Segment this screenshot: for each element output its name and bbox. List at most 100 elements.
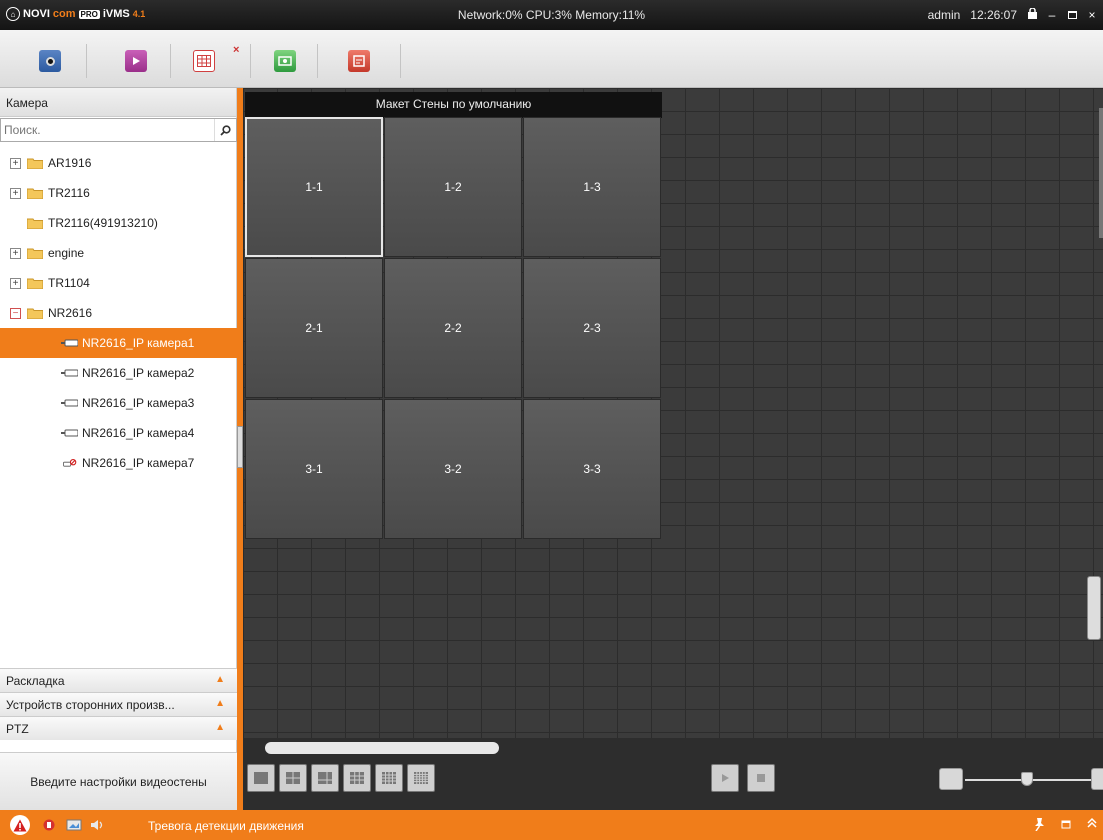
tree-item-camera2[interactable]: NR2616_IP камера2 (0, 358, 237, 388)
camera-icon (61, 339, 78, 347)
expand-icon[interactable]: + (10, 277, 21, 289)
maximize-icon[interactable] (1067, 8, 1077, 22)
alarm-warning-icon[interactable] (10, 815, 30, 835)
collapse-panel-icon[interactable] (1087, 817, 1097, 834)
lock-icon[interactable] (1027, 7, 1037, 22)
layout-9-icon (350, 772, 364, 784)
folder-icon (27, 248, 43, 259)
wall-cell[interactable]: 2-2 (384, 258, 522, 398)
minimize-icon[interactable]: – (1047, 8, 1057, 22)
wall-cell[interactable]: 2-3 (523, 258, 661, 398)
chevron-up-icon: ▲ (215, 722, 225, 733)
wall-grid: 1-1 1-2 1-3 2-1 2-2 2-3 3-1 3-2 3-3 (245, 117, 662, 541)
search-input[interactable] (1, 119, 214, 141)
wall-cell[interactable]: 2-1 (245, 258, 383, 398)
camera-icon (61, 429, 78, 437)
wall-cell[interactable]: 3-2 (384, 399, 522, 539)
layout-2x2-button[interactable] (279, 764, 307, 792)
video-wall-settings-button[interactable]: Введите настройки видеостены (0, 752, 237, 810)
layout-6-icon (318, 772, 332, 784)
section-layout[interactable]: Раскладка ▲ (0, 668, 237, 692)
tree-item-camera3[interactable]: NR2616_IP камера3 (0, 388, 237, 418)
toolbar-separator (400, 44, 401, 78)
log-icon (353, 55, 365, 67)
wall-cell[interactable]: 3-1 (245, 399, 383, 539)
section-third-party-devices[interactable]: Устройств сторонних произв... ▲ (0, 692, 237, 716)
close-icon[interactable]: × (1087, 8, 1097, 22)
layout-1x1-button[interactable] (247, 764, 275, 792)
expand-icon[interactable]: + (10, 157, 21, 169)
video-wall-button[interactable] (193, 50, 215, 72)
zoom-slider-knob[interactable] (1021, 772, 1033, 786)
play-icon (133, 57, 140, 65)
camera-offline-icon (63, 459, 77, 467)
status-bar: Тревога детекции движения (0, 810, 1103, 840)
title-bar: ⌂ NOVI com PRO iVMS 4.1 Network:0% CPU:3% … (0, 0, 1103, 30)
expand-icon[interactable]: + (10, 187, 21, 199)
tree-item-label: TR2116(491913210) (48, 216, 158, 230)
pin-icon[interactable] (1033, 817, 1045, 834)
vertical-scrollbar[interactable] (1099, 108, 1103, 238)
layout-3x3-button[interactable] (343, 764, 371, 792)
folder-icon (27, 158, 43, 169)
tree-item-tr2116[interactable]: + TR2116 (0, 178, 237, 208)
camera-sidebar: Камера + AR1916 + TR2116 TR2116(49191321… (0, 88, 237, 810)
device-icon (278, 56, 292, 66)
zoom-in-button[interactable] (1091, 768, 1103, 790)
layout-6-button[interactable] (311, 764, 339, 792)
expand-right-panel-handle[interactable] (1087, 576, 1101, 640)
search-box (0, 118, 237, 142)
layout-4x4-button[interactable] (375, 764, 403, 792)
clock: 12:26:07 (970, 8, 1017, 22)
device-management-button[interactable] (274, 50, 296, 72)
wall-cell[interactable]: 3-3 (523, 399, 661, 539)
wall-cell[interactable]: 1-3 (523, 117, 661, 257)
tree-item-label: NR2616_IP камера3 (82, 396, 195, 410)
wall-cell[interactable]: 1-1 (245, 117, 383, 257)
start-decoding-button[interactable] (711, 764, 739, 792)
scrollbar-thumb[interactable] (265, 742, 499, 754)
tree-item-nr2616[interactable]: − NR2616 (0, 298, 237, 328)
layout-5x5-button[interactable] (407, 764, 435, 792)
toolbar-separator (317, 44, 318, 78)
main-toolbar: × (0, 30, 1103, 88)
tree-item-tr1104[interactable]: + TR1104 (0, 268, 237, 298)
layout-16-icon (382, 772, 396, 784)
tree-item-label: NR2616_IP камера4 (82, 426, 195, 440)
tree-item-label: NR2616_IP камера1 (82, 336, 195, 350)
tree-item-engine[interactable]: + engine (0, 238, 237, 268)
video-wall-canvas: Макет Стены по умолчанию 1-1 1-2 1-3 2-1… (243, 88, 1103, 738)
section-label: PTZ (6, 722, 29, 736)
playback-button[interactable] (125, 50, 147, 72)
section-label: Устройств сторонних произв... (6, 698, 175, 712)
tree-item-camera4[interactable]: NR2616_IP камера4 (0, 418, 237, 448)
tree-item-tr2116-491913210[interactable]: TR2116(491913210) (0, 208, 237, 238)
collapse-icon[interactable]: − (10, 307, 21, 319)
folder-icon (27, 278, 43, 289)
zoom-out-button[interactable] (939, 768, 963, 790)
alarm-sound-icon[interactable] (42, 818, 58, 835)
tree-item-label: NR2616 (48, 306, 93, 320)
wall-cell[interactable]: 1-2 (384, 117, 522, 257)
tree-item-label: TR1104 (48, 276, 90, 290)
folder-icon (27, 308, 43, 319)
expand-icon[interactable]: + (10, 247, 21, 259)
live-view-button[interactable] (39, 50, 61, 72)
layout-1-icon (254, 772, 268, 784)
tree-item-ar1916[interactable]: + AR1916 (0, 148, 237, 178)
tree-item-camera1[interactable]: NR2616_IP камера1 (0, 328, 237, 358)
folder-icon (27, 218, 43, 229)
alarm-image-icon[interactable] (66, 818, 82, 835)
horizontal-scrollbar[interactable] (243, 738, 1103, 758)
tree-item-camera7[interactable]: NR2616_IP камера7 (0, 448, 237, 478)
device-tree: + AR1916 + TR2116 TR2116(491913210) + en… (0, 148, 237, 478)
layout-4-icon (286, 772, 300, 784)
alarm-speaker-icon[interactable] (90, 818, 106, 835)
window-mode-icon[interactable] (1061, 817, 1071, 834)
search-icon[interactable] (214, 119, 236, 141)
event-management-button[interactable] (348, 50, 370, 72)
section-ptz[interactable]: PTZ ▲ (0, 716, 237, 740)
close-tab-icon[interactable]: × (233, 44, 239, 56)
stop-decoding-button[interactable] (747, 764, 775, 792)
camera-panel-header[interactable]: Камера (0, 88, 236, 117)
